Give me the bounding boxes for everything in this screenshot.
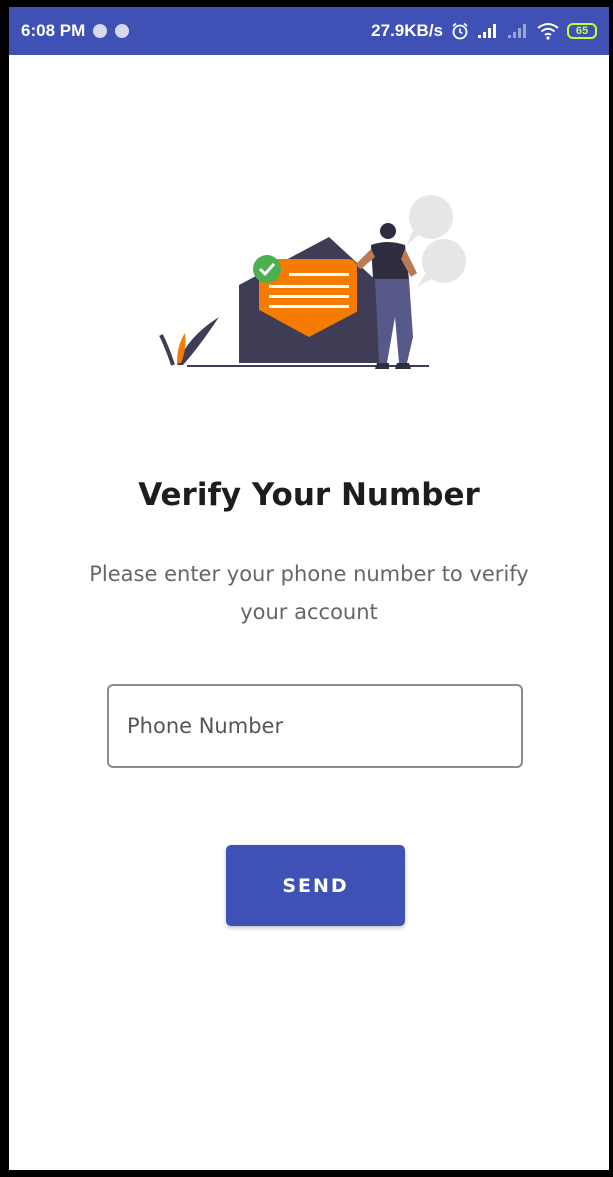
status-right: 27.9KB/s 65 [371, 21, 597, 41]
phone-number-input[interactable] [107, 684, 523, 768]
status-bar: 6:08 PM 27.9KB/s 65 [9, 7, 609, 55]
signal-weak-icon [507, 23, 529, 39]
notification-dot-icon [115, 24, 130, 38]
send-button[interactable]: SEND [226, 845, 405, 926]
battery-icon: 65 [567, 23, 597, 39]
envelope-illustration [159, 195, 466, 369]
screen: 6:08 PM 27.9KB/s 65 Verify Your Number P… [0, 0, 613, 1177]
status-left: 6:08 PM [21, 21, 130, 41]
battery-level: 65 [575, 25, 589, 37]
alarm-icon [451, 22, 469, 40]
signal-icon [477, 23, 499, 39]
notification-dot-icon [93, 24, 108, 38]
page-title: Verify Your Number [138, 477, 480, 513]
network-speed: 27.9KB/s [371, 21, 443, 40]
status-time: 6:08 PM [21, 21, 86, 40]
page-subtitle: Please enter your phone number to verify… [89, 562, 529, 624]
wifi-icon [537, 22, 559, 40]
